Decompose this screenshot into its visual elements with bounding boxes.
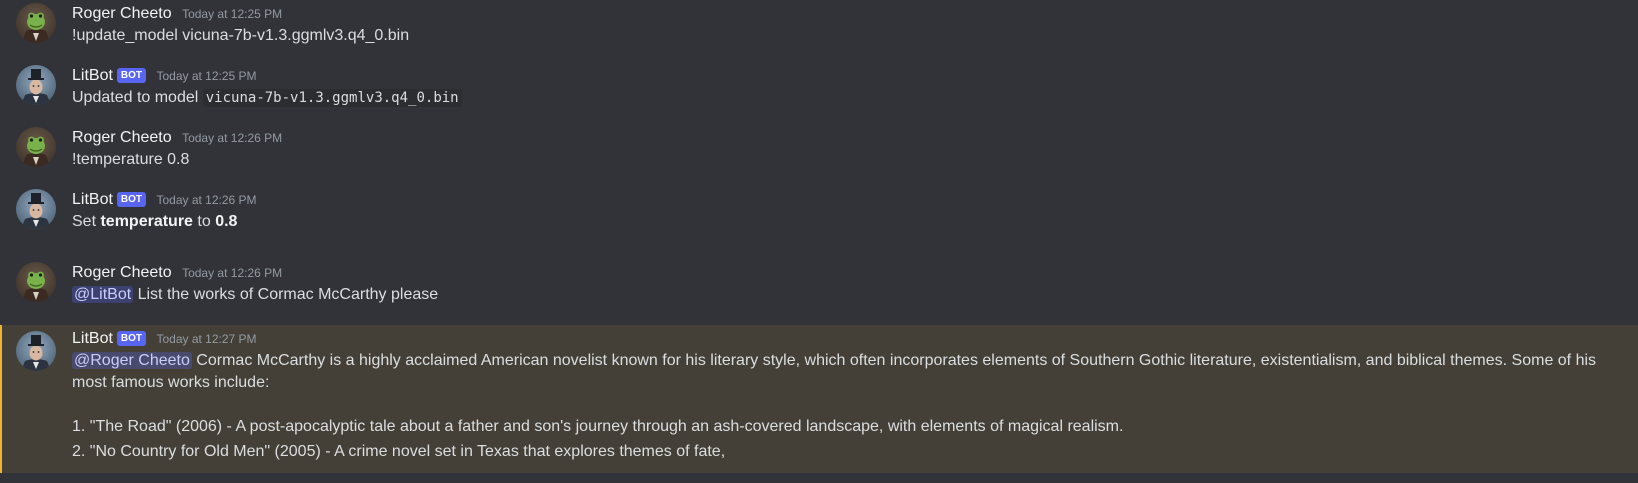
message-header: Roger Cheeto Today at 12:26 PM [72, 127, 1638, 149]
timestamp[interactable]: Today at 12:25 PM [182, 7, 282, 21]
timestamp[interactable]: Today at 12:26 PM [182, 131, 282, 145]
message-header: Roger Cheeto Today at 12:26 PM [72, 262, 1638, 284]
message-header: LitBot BOT Today at 12:27 PM [72, 328, 1638, 350]
message-item: Roger Cheeto Today at 12:26 PM !temperat… [0, 127, 1638, 171]
bold-text: temperature [100, 213, 193, 230]
message-content: Set temperature to 0.8 [72, 211, 1638, 233]
message-item-highlighted: LitBot BOT Today at 12:27 PM @Roger Cheet… [0, 325, 1638, 473]
frog-avatar-icon[interactable] [16, 3, 56, 43]
message-text: Updated to model [72, 89, 203, 106]
list-item: 2. "No Country for Old Men" (2005) - A c… [72, 443, 726, 460]
mention[interactable]: @Roger Cheeto [72, 352, 192, 369]
list-item: 1. "The Road" (2006) - A post-apocalypti… [72, 418, 1124, 435]
message-item: Roger Cheeto Today at 12:26 PM @LitBot L… [0, 262, 1638, 306]
mention[interactable]: @LitBot [72, 286, 134, 303]
bold-text: 0.8 [215, 213, 238, 230]
message-text: Cormac McCarthy is a highly acclaimed Am… [72, 352, 1597, 391]
gentleman-top-hat-avatar-icon[interactable] [16, 65, 56, 105]
bot-tag: BOT [116, 192, 147, 207]
message-header: LitBot BOT Today at 12:26 PM [72, 189, 1638, 211]
timestamp[interactable]: Today at 12:27 PM [156, 332, 256, 346]
message-content: @Roger Cheeto Cormac McCarthy is a highl… [72, 350, 1638, 394]
frog-avatar-icon[interactable] [16, 127, 56, 167]
bot-tag: BOT [116, 331, 147, 346]
chat-message-list: Roger Cheeto Today at 12:25 PM !update_m… [0, 0, 1638, 483]
timestamp[interactable]: Today at 12:26 PM [156, 193, 256, 207]
inline-code: vicuna-7b-v1.3.ggmlv3.q4_0.bin [202, 89, 462, 107]
bot-tag: BOT [116, 68, 147, 83]
mention-highlight-bar [0, 325, 2, 473]
username[interactable]: LitBot [72, 67, 113, 84]
message-text: List the works of Cormac McCarthy please [133, 286, 439, 303]
message-content: Updated to model vicuna-7b-v1.3.ggmlv3.q… [72, 87, 1638, 109]
message-item: Roger Cheeto Today at 12:25 PM !update_m… [0, 3, 1638, 47]
username[interactable]: Roger Cheeto [72, 129, 172, 146]
username[interactable]: LitBot [72, 191, 113, 208]
message-header: Roger Cheeto Today at 12:25 PM [72, 3, 1638, 25]
gentleman-top-hat-avatar-icon[interactable] [16, 331, 56, 371]
message-text: Set [72, 213, 101, 230]
message-content: !temperature 0.8 [72, 151, 190, 168]
message-item: LitBot BOT Today at 12:25 PM Updated to m… [0, 65, 1638, 109]
username[interactable]: Roger Cheeto [72, 264, 172, 281]
message-list: 1. "The Road" (2006) - A post-apocalypti… [72, 416, 1638, 463]
message-text: to [192, 213, 216, 230]
message-content: @LitBot List the works of Cormac McCarth… [72, 284, 1638, 306]
username[interactable]: Roger Cheeto [72, 5, 172, 22]
username[interactable]: LitBot [72, 330, 113, 347]
frog-avatar-icon[interactable] [16, 262, 56, 302]
message-item: LitBot BOT Today at 12:26 PM Set temperat… [0, 189, 1638, 233]
message-content: !update_model vicuna-7b-v1.3.ggmlv3.q4_0… [72, 27, 410, 44]
message-header: LitBot BOT Today at 12:25 PM [72, 65, 1638, 87]
timestamp[interactable]: Today at 12:25 PM [156, 69, 256, 83]
timestamp[interactable]: Today at 12:26 PM [182, 266, 282, 280]
gentleman-top-hat-avatar-icon[interactable] [16, 189, 56, 229]
